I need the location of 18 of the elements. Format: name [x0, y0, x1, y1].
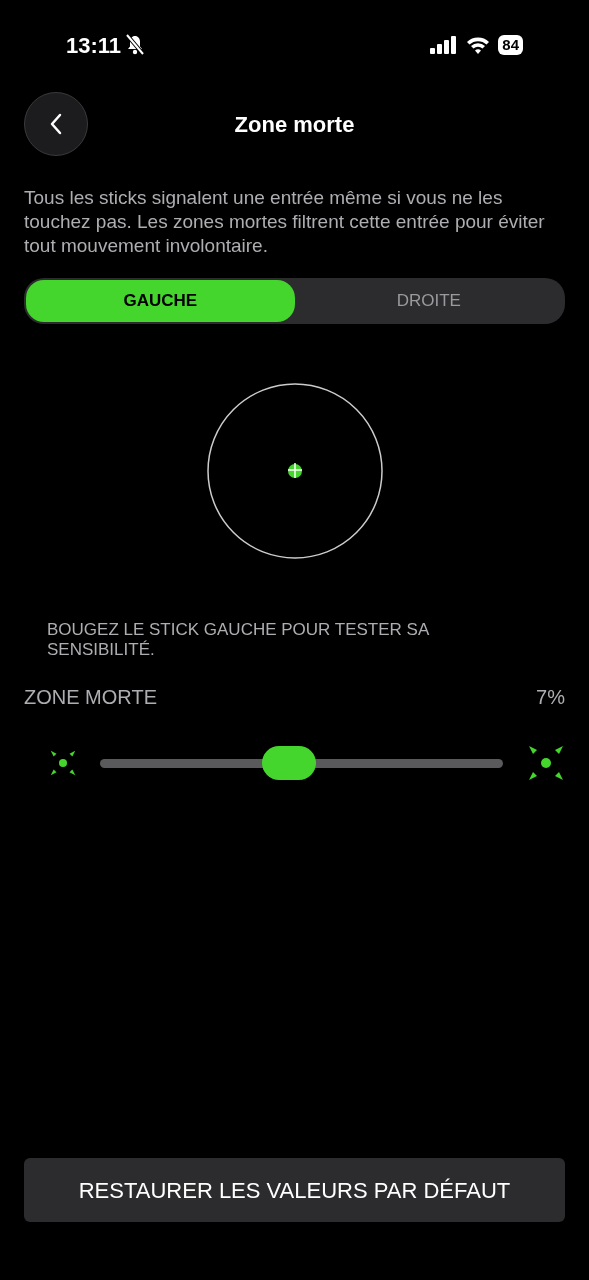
muted-bell-icon [125, 34, 146, 56]
clock: 13:11 [66, 31, 122, 60]
wifi-icon [466, 36, 491, 54]
signal-icon [430, 36, 459, 54]
test-hint: BOUGEZ LE STICK GAUCHE POUR TESTER SA SENSIBILITÉ. [47, 620, 430, 660]
large-deadzone-icon [527, 744, 565, 782]
stick-position-icon [286, 462, 303, 479]
percent-reading: 7% [536, 685, 565, 710]
slider-thumb[interactable] [262, 746, 317, 780]
setting-label: ZONE MORTE [24, 685, 157, 710]
description: Tous les sticks signalent une entrée même si vous ne les touchez pas. Les zones mortes filtrent cette entrée pour éviter tout mouvement involontaire. [24, 186, 546, 258]
page-title: Zone morte [233, 110, 356, 139]
small-deadzone-icon [50, 750, 76, 776]
stick-tab[interactable]: DROITE [294, 280, 563, 322]
battery-level: 84 [498, 35, 523, 55]
stick-tab[interactable]: GAUCHE [26, 280, 295, 322]
reset-button[interactable]: RESTAURER LES VALEURS PAR DÉFAUT [24, 1158, 565, 1222]
back-icon [49, 112, 63, 136]
